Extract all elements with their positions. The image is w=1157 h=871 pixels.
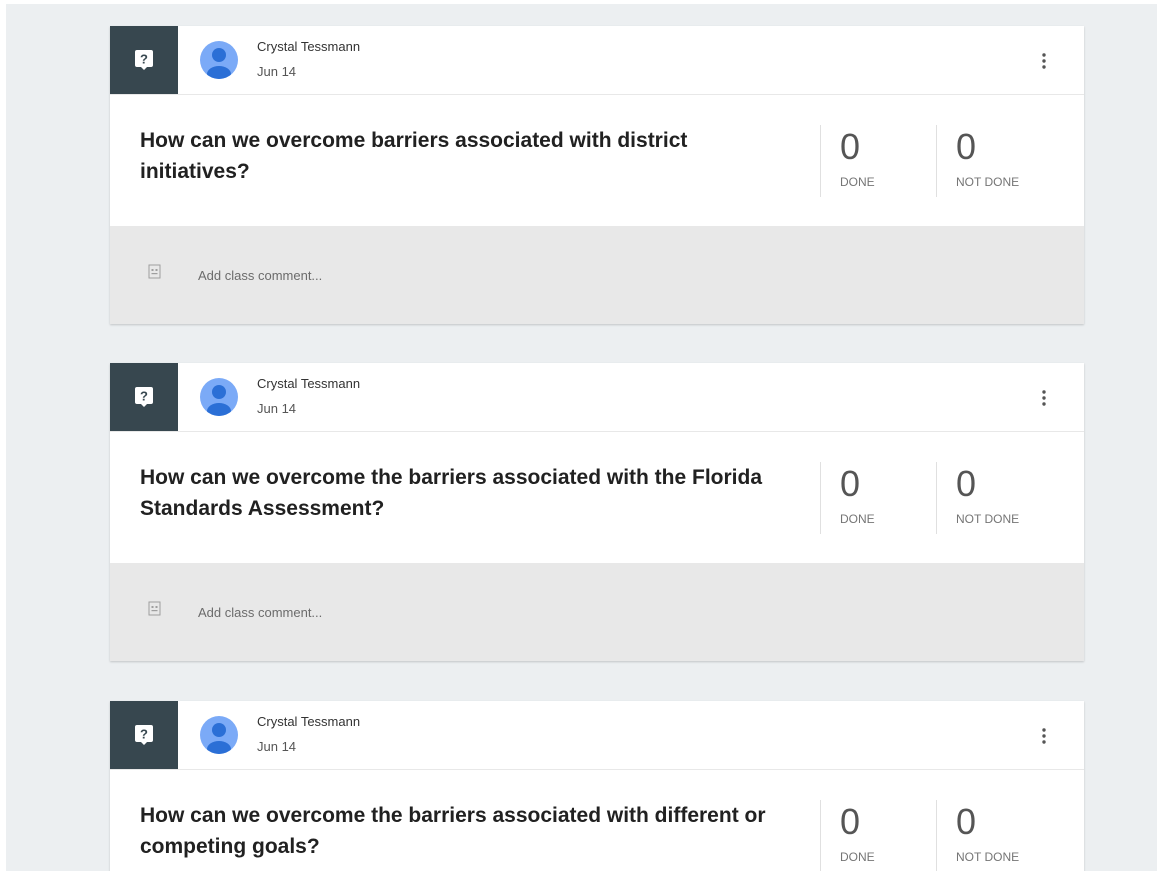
- not-done-count: 0: [956, 463, 977, 504]
- question-post-card: ? Crystal Tessmann Jun 14 How can we ove…: [110, 701, 1084, 871]
- post-date[interactable]: Jun 14: [257, 64, 296, 79]
- question-post-card: ? Crystal Tessmann Jun 14 How can we ove…: [110, 363, 1084, 661]
- more-vert-icon: [1042, 53, 1046, 69]
- not-done-count: 0: [956, 126, 977, 167]
- svg-text:?: ?: [140, 727, 148, 742]
- question-type-badge: ?: [110, 26, 178, 94]
- avatar[interactable]: [200, 716, 238, 754]
- not-done-stat[interactable]: 0 NOT DONE: [936, 800, 1067, 871]
- comment-bar: Add class comment...: [110, 226, 1084, 324]
- add-comment-input[interactable]: Add class comment...: [198, 605, 322, 620]
- question-title[interactable]: How can we overcome the barriers associa…: [140, 800, 790, 862]
- post-menu-button[interactable]: [1034, 385, 1054, 411]
- question-type-badge: ?: [110, 363, 178, 431]
- comment-bar: Add class comment...: [110, 563, 1084, 661]
- avatar[interactable]: [200, 378, 238, 416]
- post-body: How can we overcome the barriers associa…: [110, 770, 1084, 871]
- question-icon: ?: [135, 387, 153, 407]
- question-type-badge: ?: [110, 701, 178, 769]
- class-stream: ? Crystal Tessmann Jun 14 How can we ove…: [6, 4, 1157, 871]
- done-label: DONE: [840, 175, 875, 189]
- post-author[interactable]: Crystal Tessmann: [257, 39, 360, 54]
- done-count: 0: [840, 801, 861, 842]
- not-done-stat[interactable]: 0 NOT DONE: [936, 125, 1067, 197]
- done-stat[interactable]: 0 DONE: [820, 800, 931, 871]
- comment-icon: [148, 601, 161, 616]
- person-avatar-icon: [207, 385, 231, 416]
- done-count: 0: [840, 126, 861, 167]
- done-stat[interactable]: 0 DONE: [820, 125, 931, 197]
- post-menu-button[interactable]: [1034, 48, 1054, 74]
- svg-text:?: ?: [140, 389, 148, 404]
- question-title[interactable]: How can we overcome barriers associated …: [140, 125, 790, 187]
- post-body: How can we overcome the barriers associa…: [110, 432, 1084, 563]
- svg-text:?: ?: [140, 52, 148, 67]
- person-avatar-icon: [207, 48, 231, 79]
- not-done-label: NOT DONE: [956, 850, 1020, 864]
- comment-icon: [148, 264, 161, 279]
- not-done-label: NOT DONE: [956, 512, 1020, 526]
- add-comment-input[interactable]: Add class comment...: [198, 268, 322, 283]
- question-icon: ?: [135, 50, 153, 70]
- post-menu-button[interactable]: [1034, 723, 1054, 749]
- not-done-stat[interactable]: 0 NOT DONE: [936, 462, 1067, 534]
- more-vert-icon: [1042, 390, 1046, 406]
- question-icon: ?: [135, 725, 153, 745]
- post-header: ? Crystal Tessmann Jun 14: [110, 26, 1084, 95]
- done-label: DONE: [840, 850, 875, 864]
- person-avatar-icon: [207, 723, 231, 754]
- question-title[interactable]: How can we overcome the barriers associa…: [140, 462, 790, 524]
- post-header: ? Crystal Tessmann Jun 14: [110, 363, 1084, 432]
- post-body: How can we overcome barriers associated …: [110, 95, 1084, 226]
- post-header: ? Crystal Tessmann Jun 14: [110, 701, 1084, 770]
- post-author[interactable]: Crystal Tessmann: [257, 376, 360, 391]
- not-done-label: NOT DONE: [956, 175, 1020, 189]
- done-count: 0: [840, 463, 861, 504]
- done-stat[interactable]: 0 DONE: [820, 462, 931, 534]
- done-label: DONE: [840, 512, 875, 526]
- avatar[interactable]: [200, 41, 238, 79]
- more-vert-icon: [1042, 728, 1046, 744]
- not-done-count: 0: [956, 801, 977, 842]
- post-date[interactable]: Jun 14: [257, 401, 296, 416]
- post-date[interactable]: Jun 14: [257, 739, 296, 754]
- question-post-card: ? Crystal Tessmann Jun 14 How can we ove…: [110, 26, 1084, 324]
- post-author[interactable]: Crystal Tessmann: [257, 714, 360, 729]
